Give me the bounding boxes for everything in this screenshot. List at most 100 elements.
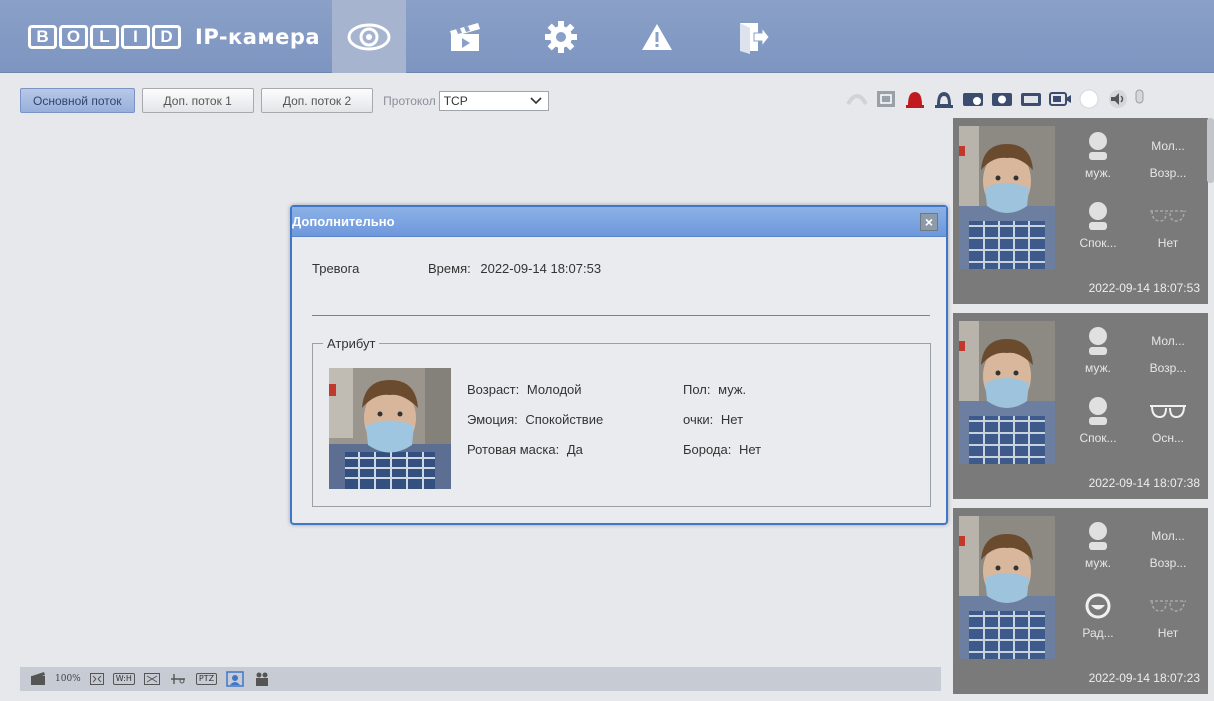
stream-toolbar: Основной поток Доп. поток 1 Доп. поток 2… — [20, 88, 549, 113]
chevron-down-icon — [530, 96, 542, 104]
gender-value: муж. — [718, 382, 747, 397]
nav-settings[interactable] — [524, 0, 598, 73]
top-header: B O L I D IP-камера — [0, 0, 1214, 73]
sub-stream-2-button[interactable]: Доп. поток 2 — [260, 88, 374, 113]
brand-logo-letters: B O L I D — [28, 25, 181, 49]
close-icon: × — [924, 213, 934, 230]
close-button[interactable]: × — [920, 212, 938, 231]
glasses-icon — [1150, 210, 1186, 222]
record-icon[interactable] — [988, 87, 1015, 111]
person-icon — [1089, 522, 1107, 550]
gender-value: муж. — [1085, 361, 1111, 375]
speaker-icon[interactable] — [1104, 87, 1131, 111]
mask-value: Да — [566, 442, 583, 457]
ptz-button[interactable]: PTZ — [195, 671, 218, 687]
alarm-light-blue-icon[interactable] — [930, 87, 957, 111]
video-camera-icon[interactable] — [1046, 87, 1073, 111]
fullscreen-icon[interactable] — [872, 87, 899, 111]
nav-logout[interactable] — [716, 0, 790, 73]
talk-icon[interactable] — [1075, 87, 1102, 111]
face-detect-icon[interactable] — [226, 671, 244, 687]
panel-scrollbar[interactable] — [1207, 118, 1214, 183]
glasses-icon — [1150, 600, 1186, 612]
logo: B O L I D IP-камера — [28, 25, 320, 49]
capture-timestamp: 2022-09-14 18:07:38 — [1088, 476, 1200, 490]
age-row: Возраст: Молодой — [467, 382, 582, 397]
face-photo — [959, 126, 1055, 269]
people-count-icon[interactable] — [253, 671, 271, 687]
face-snapshot — [329, 368, 451, 489]
logo-letter: O — [59, 25, 88, 49]
snapshot-icon[interactable] — [1017, 87, 1044, 111]
age-attribute: муж. — [1063, 128, 1133, 188]
zoom-100-button[interactable]: 100% — [55, 671, 81, 687]
capture-card[interactable]: муж. Мол... Возр... Спок... Нет 2022-09-… — [953, 118, 1208, 304]
nav-playback[interactable] — [428, 0, 502, 73]
capture-card[interactable]: муж. Мол... Возр... Спок... Осн... 2022-… — [953, 313, 1208, 499]
gender-value: муж. — [1085, 556, 1111, 570]
emotion-attribute: Рад... — [1063, 588, 1133, 648]
image-adjust-icon[interactable] — [30, 671, 46, 687]
time-label: Время: — [428, 261, 471, 276]
logo-letter: D — [152, 25, 181, 49]
person-icon — [1089, 132, 1107, 160]
video-tools — [843, 87, 1147, 111]
clapperboard-icon — [450, 22, 480, 51]
age-label: Возр... — [1149, 361, 1187, 375]
age-value: Мол... — [1151, 529, 1185, 543]
protocol-select[interactable]: TCP — [438, 90, 549, 111]
logout-icon — [740, 22, 770, 54]
alarm-light-red-icon[interactable] — [901, 87, 928, 111]
main-stream-button[interactable]: Основной поток — [20, 88, 135, 113]
capture-card[interactable]: муж. Мол... Возр... Рад... Нет 2022-09-1… — [953, 508, 1208, 694]
mask-label: Ротовая маска: — [467, 442, 560, 457]
attribute-legend: Атрибут — [323, 336, 380, 351]
attribute-group: Атрибут Возраст: Молодой Пол: муж. Эмоци… — [312, 336, 931, 507]
age-short: Мол... Возр... — [1133, 128, 1203, 188]
glasses-label: очки: — [683, 412, 714, 427]
gender-row: Пол: муж. — [683, 382, 746, 397]
glasses-attribute: Нет — [1133, 588, 1203, 648]
glasses-value: Нет — [1157, 236, 1179, 250]
person-icon — [1089, 327, 1107, 355]
glasses-icon — [1150, 405, 1186, 419]
stretch-icon[interactable] — [143, 671, 160, 687]
emotion-attribute: Спок... — [1063, 198, 1133, 258]
sub-stream-1-button[interactable]: Доп. поток 1 — [141, 88, 254, 113]
protocol-value: TCP — [443, 93, 468, 108]
glasses-attribute: Нет — [1133, 198, 1203, 258]
gender-label: Пол: — [683, 382, 711, 397]
logo-letter: I — [121, 25, 150, 49]
age-value: Молодой — [526, 382, 582, 397]
ptz-wiper-icon[interactable] — [843, 87, 870, 111]
app-title: IP-камера — [195, 25, 321, 49]
nav-alarm[interactable] — [620, 0, 694, 73]
microphone-icon[interactable] — [1133, 87, 1145, 111]
protocol-label: Протокол — [383, 93, 436, 108]
nav-live-view[interactable] — [332, 0, 406, 73]
aspect-ratio-button[interactable]: W:H — [112, 671, 135, 687]
logo-letter: B — [28, 25, 57, 49]
gender-attribute: муж. — [1063, 518, 1133, 578]
person-icon — [1089, 202, 1107, 230]
age-value: Мол... — [1151, 139, 1185, 153]
glasses-value: Нет — [720, 412, 744, 427]
gender-value: муж. — [1085, 166, 1111, 180]
face-photo — [959, 321, 1055, 464]
emotion-row: Эмоция: Спокойствие — [467, 412, 603, 427]
dialog-titlebar[interactable]: Дополнительно × — [292, 207, 946, 237]
age-value: Мол... — [1151, 334, 1185, 348]
ptz-label: PTZ — [195, 673, 218, 685]
glasses-attribute: Осн... — [1133, 393, 1203, 453]
glasses-value: Осн... — [1152, 431, 1184, 445]
alarm-label: Тревога — [312, 261, 360, 276]
warning-icon — [642, 23, 672, 50]
fit-window-icon[interactable] — [89, 671, 104, 687]
emotion-value: Рад... — [1082, 626, 1114, 640]
main-nav — [332, 0, 812, 73]
ptz-direction-icon[interactable] — [169, 671, 187, 687]
alarm-time: Время: 2022-09-14 18:07:53 — [428, 261, 601, 276]
glasses-value: Нет — [1157, 626, 1179, 640]
record-add-icon[interactable] — [959, 87, 986, 111]
age-label: Возр... — [1149, 556, 1187, 570]
